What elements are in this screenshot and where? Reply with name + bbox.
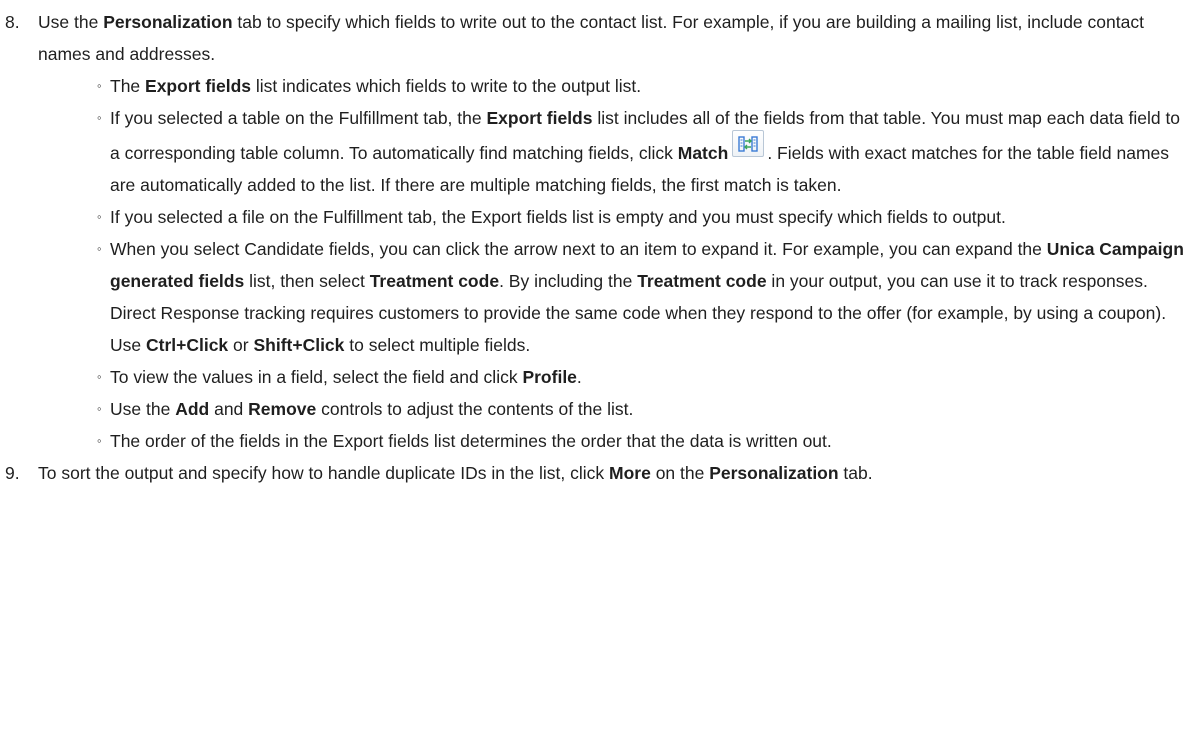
text: To sort the output and specify how to ha…	[38, 463, 610, 483]
text: .	[576, 367, 582, 387]
text: list, then select	[244, 271, 370, 291]
add-label: Add	[175, 399, 210, 419]
bullet-icon: ◦	[97, 78, 102, 93]
match-button[interactable]	[732, 130, 765, 157]
text: controls to adjust the contents of the l…	[316, 399, 634, 419]
bullet-icon: ◦	[97, 401, 102, 416]
step-9: 9. To sort the output and specify how to…	[0, 457, 1201, 489]
text: and	[209, 399, 249, 419]
treatment-code-label: Treatment code	[637, 271, 767, 291]
match-fields-icon	[738, 136, 759, 152]
document: 8. Use the Personalization tab to specif…	[0, 0, 1201, 489]
profile-label: Profile	[522, 367, 577, 387]
step-8-bullet-list: ◦ The Export fields list indicates which…	[0, 70, 1201, 457]
bullet-icon: ◦	[97, 209, 102, 224]
text: to select multiple fields.	[344, 335, 531, 355]
text: If you selected a file on the Fulfillmen…	[110, 207, 1006, 227]
step-8: 8. Use the Personalization tab to specif…	[0, 6, 1201, 70]
text: The	[110, 76, 146, 96]
step-8-text: Use the Personalization tab to specify w…	[38, 6, 1191, 70]
list-item: ◦ When you select Candidate fields, you …	[0, 233, 1201, 361]
bullet-icon: ◦	[97, 433, 102, 448]
ctrl-click-label: Ctrl+Click	[145, 335, 229, 355]
text: To view the values in a field, select th…	[110, 367, 523, 387]
list-item: ◦ If you selected a file on the Fulfillm…	[0, 201, 1201, 233]
step-number: 9.	[5, 463, 20, 483]
treatment-code-label: Treatment code	[369, 271, 500, 291]
list-item: ◦ To view the values in a field, select …	[0, 361, 1201, 393]
text: . By including the	[499, 271, 638, 291]
match-label: Match	[677, 143, 729, 163]
step-9-text: To sort the output and specify how to ha…	[38, 457, 1191, 489]
list-item: ◦ The Export fields list indicates which…	[0, 70, 1201, 102]
text: on the	[650, 463, 710, 483]
export-fields-label: Export fields	[486, 108, 593, 128]
text: The order of the fields in the Export fi…	[110, 431, 832, 451]
list-item: ◦ The order of the fields in the Export …	[0, 425, 1201, 457]
text: If you selected a table on the Fulfillme…	[110, 108, 487, 128]
text: When you select Candidate fields, you ca…	[110, 239, 1047, 259]
text: tab.	[838, 463, 873, 483]
step-number: 8.	[5, 12, 20, 32]
bullet-icon: ◦	[97, 110, 102, 125]
text: list indicates which fields to write to …	[251, 76, 642, 96]
remove-label: Remove	[248, 399, 317, 419]
text: or	[228, 335, 254, 355]
list-item: ◦ If you selected a table on the Fulfill…	[0, 102, 1201, 201]
personalization-tab-label: Personalization	[103, 12, 233, 32]
bullet-icon: ◦	[97, 241, 102, 256]
bullet-icon: ◦	[97, 369, 102, 384]
shift-click-label: Shift+Click	[253, 335, 345, 355]
more-label: More	[609, 463, 651, 483]
personalization-tab-label: Personalization	[709, 463, 839, 483]
text: Use the	[38, 12, 104, 32]
text: Use the	[110, 399, 176, 419]
export-fields-label: Export fields	[145, 76, 252, 96]
list-item: ◦ Use the Add and Remove controls to adj…	[0, 393, 1201, 425]
